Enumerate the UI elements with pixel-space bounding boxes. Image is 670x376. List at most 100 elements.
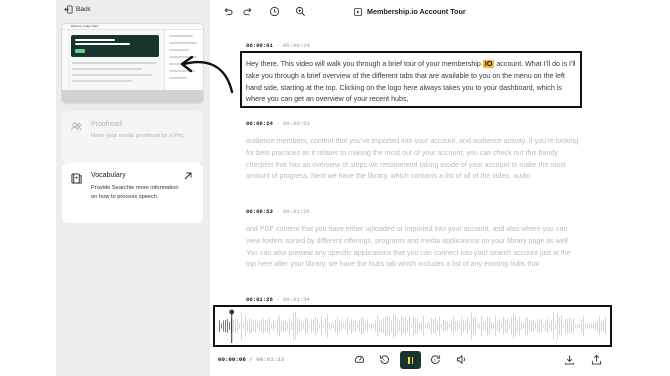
waveform-bar [297, 317, 298, 335]
external-arrow-icon[interactable] [183, 171, 193, 181]
playhead-handle[interactable] [229, 309, 235, 315]
people-icon [71, 122, 82, 131]
waveform-bar [521, 322, 522, 330]
timestamp[interactable]: 00:00:01 - 00:00:24 [246, 42, 310, 49]
waveform-bar [321, 316, 322, 336]
waveform-bar [395, 315, 396, 337]
waveform-bar [439, 316, 440, 336]
download-icon[interactable] [564, 354, 575, 365]
waveform-bar [353, 320, 354, 332]
search-icon[interactable] [295, 6, 306, 17]
waveform-bar [361, 317, 362, 335]
waveform-bar [239, 322, 240, 330]
proofread-card[interactable]: Proofread Have your media proofread by a… [62, 111, 203, 163]
waveform-bar [397, 318, 398, 334]
waveform-bar [295, 312, 296, 340]
volume-icon[interactable] [456, 354, 467, 365]
waveform-bar [479, 323, 480, 329]
timestamp[interactable]: 00:00:53 - 00:01:26 [246, 208, 310, 215]
undo-icon[interactable] [222, 6, 233, 17]
waveform-bar [289, 317, 290, 335]
waveform-bar [233, 320, 234, 332]
waveform-bar [331, 322, 332, 330]
waveform-bar [323, 324, 324, 328]
thumbnail-title: Welcome, Lodge Violet! [71, 25, 99, 28]
timestamp[interactable]: 00:00:24 - 00:00:53 [246, 120, 310, 127]
video-file-icon [354, 7, 362, 16]
waveform-bar [511, 317, 512, 335]
waveform-bar [345, 322, 346, 330]
waveform-bar [471, 312, 472, 340]
left-panel: Back Welcome, Lodge Violet! Proofread Ha… [56, 0, 234, 376]
waveform-bar [581, 320, 582, 332]
waveform-bar [543, 324, 544, 328]
waveform-bar [467, 317, 468, 335]
waveform-bar [573, 318, 574, 334]
waveform-bar [605, 317, 606, 335]
waveform-bar [307, 318, 308, 334]
waveform-bar [475, 317, 476, 335]
waveform-bar [343, 323, 344, 329]
waveform-bar [499, 319, 500, 333]
waveform-bar [281, 320, 282, 332]
waveform-bar [555, 322, 556, 330]
waveform-bar [411, 324, 412, 328]
history-icon[interactable] [269, 6, 280, 17]
waveform-bar [329, 322, 330, 330]
transcript-paragraph[interactable]: Hey there. This video will walk you thro… [246, 59, 581, 106]
waveform-bar [381, 319, 382, 333]
waveform-bar [449, 323, 450, 329]
play-pause-button[interactable] [400, 351, 421, 369]
waveform-bar [579, 323, 580, 329]
svg-text:5: 5 [434, 358, 436, 362]
waveform-bar [493, 323, 494, 329]
waveform-bar [355, 320, 356, 332]
waveform-bar [377, 315, 378, 337]
transcript-paragraph[interactable]: audience members, content that you've im… [246, 136, 581, 183]
waveform-bar [525, 317, 526, 335]
waveform-bar [551, 320, 552, 332]
waveform-bar [269, 317, 270, 335]
waveform-bar [273, 320, 274, 332]
waveform[interactable] [213, 305, 612, 347]
highlighted-word[interactable]: IO [482, 60, 495, 68]
waveform-bar [387, 316, 388, 336]
waveform-bar [447, 321, 448, 331]
forward-icon[interactable]: 5 [430, 354, 441, 365]
waveform-bar [575, 324, 576, 328]
waveform-bar [603, 320, 604, 332]
waveform-bar [547, 318, 548, 334]
waveform-bar [589, 323, 590, 329]
speed-icon[interactable] [354, 354, 365, 365]
waveform-bar [325, 318, 326, 334]
waveform-bar [529, 319, 530, 333]
back-arrow-icon [64, 5, 73, 14]
waveform-bar [601, 321, 602, 331]
waveform-bar [417, 318, 418, 334]
vocabulary-card[interactable]: Vocabulary Provide Searchie more informa… [62, 163, 203, 223]
current-time: 00:00:06 [218, 356, 246, 363]
waveform-bar [265, 320, 266, 332]
rewind-icon[interactable]: 5 [379, 354, 390, 365]
waveform-bar [277, 318, 278, 334]
waveform-bar [565, 318, 566, 334]
transcript-paragraph[interactable]: and PDF content that you have either upl… [246, 224, 581, 271]
app-window: Back Welcome, Lodge Violet! Proofread Ha… [56, 0, 614, 376]
waveform-bar [241, 312, 242, 340]
waveform-bar [337, 316, 338, 336]
waveform-bar [535, 322, 536, 330]
segment-start: 00:01:26 [246, 296, 273, 303]
paragraph-text: Hey there. This video will walk you thro… [246, 60, 483, 68]
waveform-bar [545, 320, 546, 332]
redo-icon[interactable] [243, 6, 254, 17]
timestamp[interactable]: 00:01:26 - 00:01:54 [246, 296, 310, 303]
waveform-bar [421, 321, 422, 331]
waveform-bar [351, 318, 352, 334]
waveform-bar [341, 321, 342, 331]
back-button[interactable]: Back [64, 5, 90, 14]
vocabulary-title: Vocabulary [91, 172, 126, 179]
waveform-bar [539, 319, 540, 333]
waveform-bar [305, 318, 306, 334]
waveform-bar [465, 321, 466, 331]
share-icon[interactable] [591, 354, 602, 365]
